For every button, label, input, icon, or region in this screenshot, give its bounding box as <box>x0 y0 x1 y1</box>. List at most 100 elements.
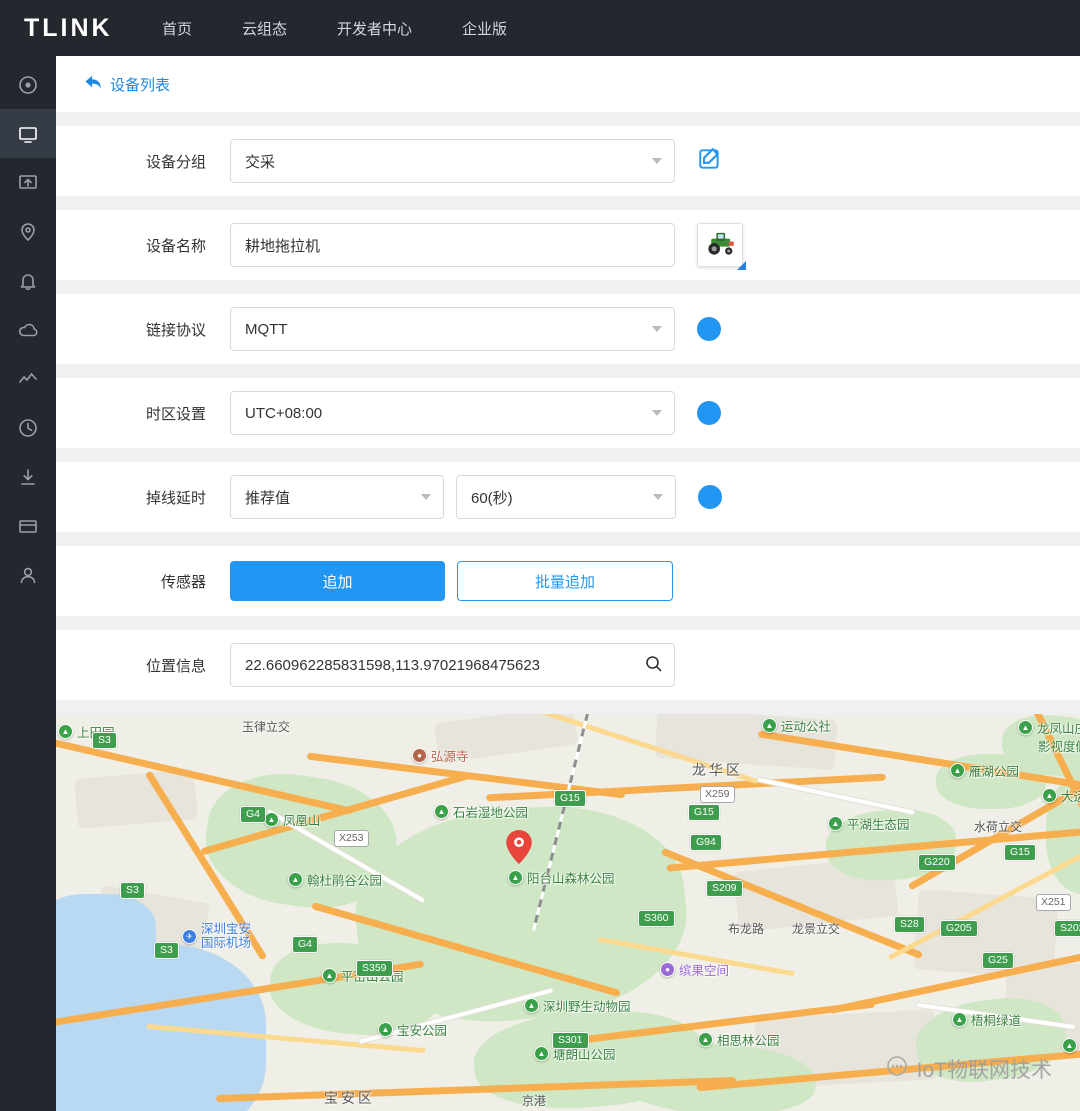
chevron-down-icon <box>652 410 662 416</box>
sidebar-item-alerts[interactable] <box>0 256 56 305</box>
park-pin-icon: ▲ <box>524 998 539 1013</box>
tlink-logo[interactable]: TLINK <box>24 14 142 43</box>
map-road-shield: X259 <box>700 786 735 803</box>
billing-icon <box>17 515 39 537</box>
park-pin-icon: ▲ <box>1018 720 1033 735</box>
nav-item-enterprise[interactable]: 企业版 <box>462 18 507 39</box>
sidebar-item-radar[interactable] <box>0 60 56 109</box>
device-group-row: 设备分组 交采 <box>56 126 1080 196</box>
protocol-label: 链接协议 <box>140 319 206 340</box>
user-icon <box>17 564 39 586</box>
protocol-row: 链接协议 MQTT <box>56 294 1080 364</box>
device-icon-picker[interactable] <box>697 223 743 267</box>
park-pin-icon: ▲ <box>322 968 337 983</box>
delay-mode-value: 推荐值 <box>245 487 290 508</box>
back-arrow-icon <box>84 74 102 94</box>
sidebar-item-cloud[interactable] <box>0 305 56 354</box>
map-park-label: ▲平湖生态园 <box>828 814 910 833</box>
delay-seconds-select[interactable]: 60(秒) <box>456 475 676 519</box>
offline-delay-label: 掉线延时 <box>140 487 206 508</box>
sidebar-item-signal[interactable] <box>0 354 56 403</box>
device-group-label: 设备分组 <box>140 151 206 172</box>
map-marker-pin[interactable] <box>506 830 532 869</box>
sidebar-item-user[interactable] <box>0 550 56 599</box>
chevron-down-icon <box>421 494 431 500</box>
map-road-shield: X251 <box>1036 894 1071 911</box>
map-park-label: ▲阳台山森林公园 <box>508 868 615 887</box>
map-poi-label: ●缤果空间 <box>660 960 729 979</box>
back-to-device-list[interactable]: 设备列表 <box>84 74 170 95</box>
sidebar-item-history[interactable] <box>0 403 56 452</box>
alerts-icon <box>17 270 39 292</box>
chevron-down-icon <box>653 494 663 500</box>
park-pin-icon: ▲ <box>434 804 449 819</box>
delay-mode-select[interactable]: 推荐值 <box>230 475 444 519</box>
search-location-icon[interactable] <box>643 653 665 680</box>
main-content: 设备列表 设备分组 交采 设备名称 <box>56 56 1080 1111</box>
map-road-shield: S301 <box>552 1032 589 1049</box>
map-road-shield: G15 <box>688 804 720 821</box>
map-park-label: ▲运动公社 <box>762 716 831 735</box>
map-road-shield: S3 <box>120 882 145 899</box>
nav-item-home[interactable]: 首页 <box>162 18 192 39</box>
tractor-icon <box>704 228 736 263</box>
map-road-shield: G4 <box>240 806 266 823</box>
timezone-status-dot <box>697 401 721 425</box>
map-district-label: 宝安区 <box>324 1088 375 1108</box>
map-road-shield: S202 <box>1054 920 1080 937</box>
sidebar-item-devices[interactable] <box>0 109 56 158</box>
chevron-down-icon <box>652 158 662 164</box>
sidebar-item-billing[interactable] <box>0 501 56 550</box>
delay-status-dot <box>698 485 722 509</box>
map-road-shield: S28 <box>894 916 925 933</box>
sidebar-item-location[interactable] <box>0 207 56 256</box>
park-pin-icon: ▲ <box>762 718 777 733</box>
map-road-shield: G25 <box>982 952 1014 969</box>
map-park-label: ▲梧桐绿道 <box>952 1010 1021 1029</box>
signal-icon <box>17 368 39 390</box>
poi-icon: ● <box>412 748 427 763</box>
park-pin-icon: ▲ <box>508 870 523 885</box>
park-pin-icon: ▲ <box>534 1046 549 1061</box>
map-park-label: ▲宝安公园 <box>378 1020 447 1039</box>
map-road-label: 京港 <box>522 1092 546 1109</box>
top-navbar: TLINK 首页 云组态 开发者中心 企业版 <box>0 0 1080 56</box>
location-input[interactable] <box>230 643 675 687</box>
map-road-shield: S359 <box>356 960 393 977</box>
sidebar-item-screen-cast[interactable] <box>0 158 56 207</box>
cloud-icon <box>17 319 39 341</box>
edit-group-icon[interactable] <box>697 146 723 177</box>
map-road-shield: G205 <box>940 920 978 937</box>
map-road-shield: G15 <box>554 790 586 807</box>
device-name-input[interactable] <box>230 223 675 267</box>
batch-add-sensor-button[interactable]: 批量追加 <box>457 561 673 601</box>
park-pin-icon: ▲ <box>58 724 73 739</box>
map-road-label: 玉律立交 <box>242 718 290 735</box>
map-park-label: ▲深圳野生动物园 <box>524 996 631 1015</box>
park-pin-icon: ▲ <box>952 1012 967 1027</box>
back-label: 设备列表 <box>110 74 170 95</box>
watermark: IoT物联网技术 <box>884 1053 1052 1085</box>
sidebar-item-download[interactable] <box>0 452 56 501</box>
map[interactable]: ▲上田园▲凤凰山▲石岩湿地公园▲运动公社▲龙凤山庄影视度假▲雁湖公园▲大运绿道▲… <box>56 714 1080 1111</box>
timezone-value: UTC+08:00 <box>245 405 322 422</box>
location-label: 位置信息 <box>140 655 206 676</box>
map-park-label: ▲石岩湿地公园 <box>434 802 528 821</box>
add-sensor-button[interactable]: 追加 <box>230 561 445 601</box>
map-road-shield: G4 <box>292 936 318 953</box>
sensor-label: 传感器 <box>140 571 206 592</box>
map-airport-label: ✈深圳宝安国际机场 <box>182 922 251 951</box>
protocol-value: MQTT <box>245 321 288 338</box>
map-park-label: ▲大运绿道 <box>1042 786 1080 805</box>
map-water <box>56 894 156 974</box>
map-road-shield: G15 <box>1004 844 1036 861</box>
nav-item-developer[interactable]: 开发者中心 <box>337 18 412 39</box>
nav-item-scada[interactable]: 云组态 <box>242 18 287 39</box>
airplane-icon: ✈ <box>182 929 197 944</box>
device-group-select[interactable]: 交采 <box>230 139 675 183</box>
timezone-select[interactable]: UTC+08:00 <box>230 391 675 435</box>
timezone-label: 时区设置 <box>140 403 206 424</box>
offline-delay-row: 掉线延时 推荐值 60(秒) <box>56 462 1080 532</box>
map-park-label: ▲翰杜鹃谷公园 <box>288 870 382 889</box>
protocol-select[interactable]: MQTT <box>230 307 675 351</box>
